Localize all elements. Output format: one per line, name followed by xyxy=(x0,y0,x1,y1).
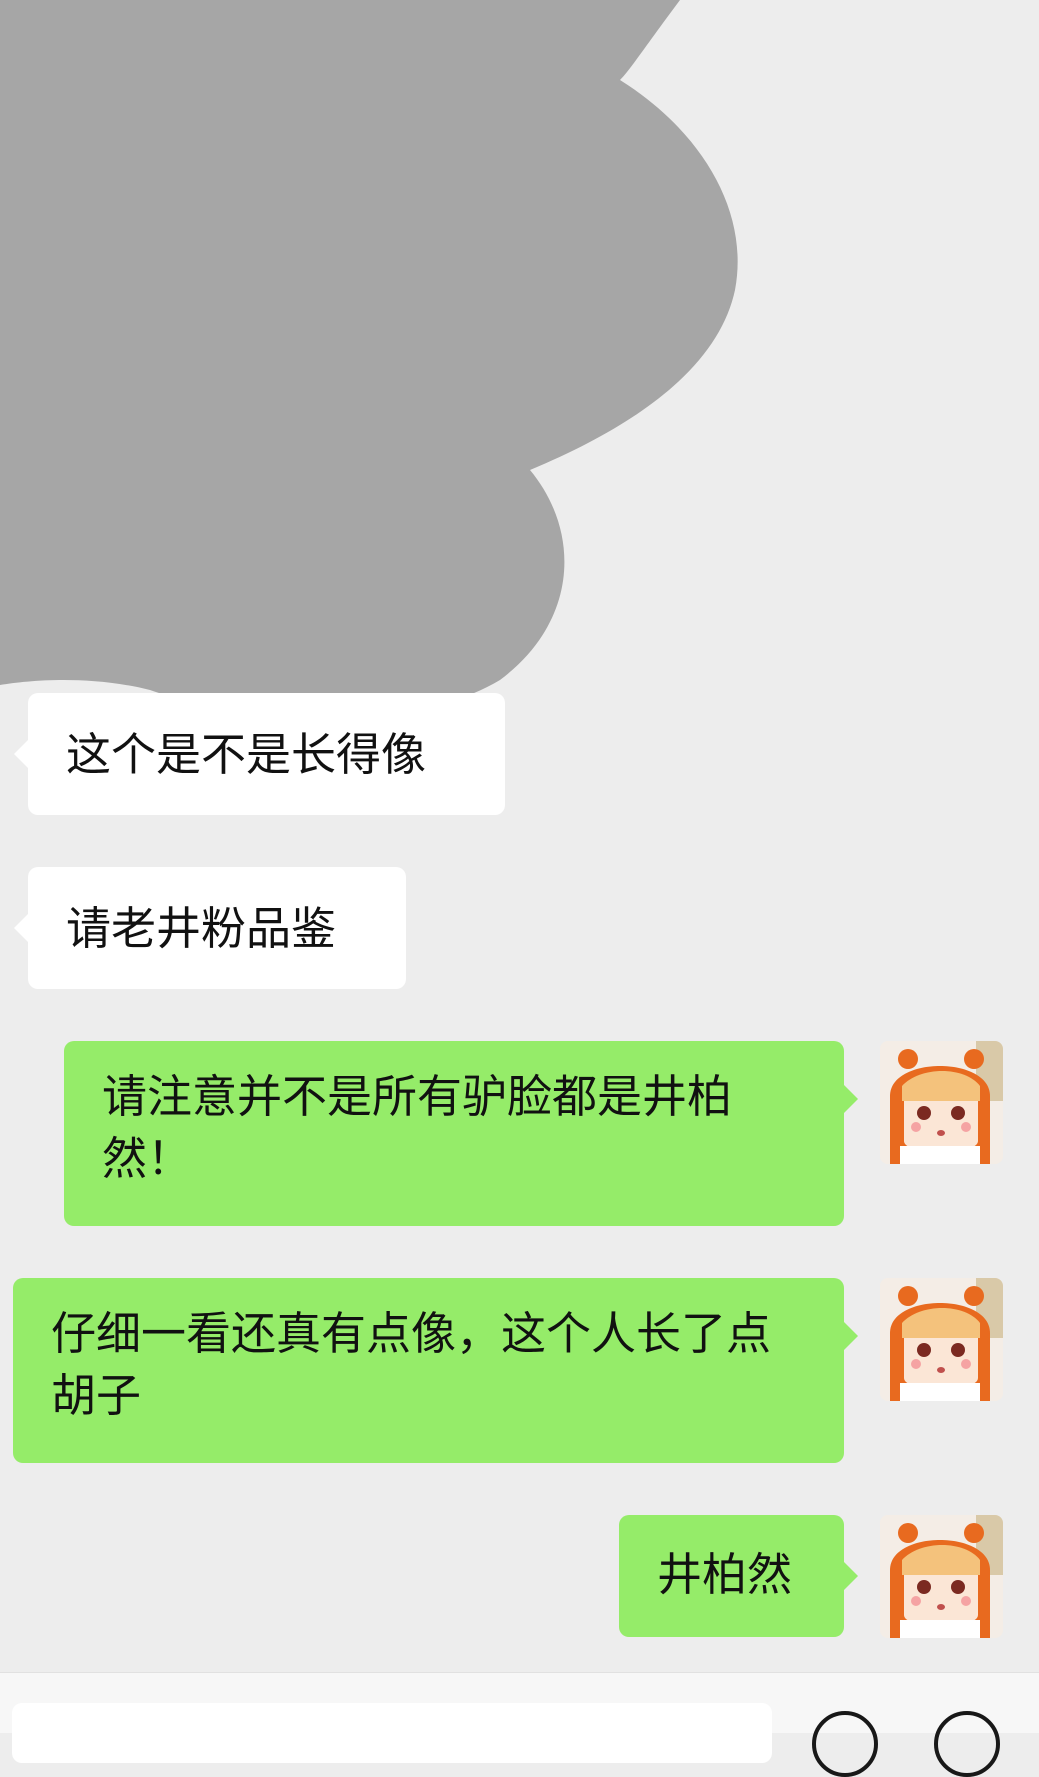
input-bar xyxy=(0,1672,1039,1777)
outgoing-message[interactable]: 井柏然 xyxy=(619,1515,858,1637)
emoji-icon[interactable] xyxy=(812,1711,878,1777)
message-text: 井柏然 xyxy=(657,1548,793,1601)
my-avatar[interactable] xyxy=(880,1278,1003,1401)
incoming-message[interactable]: 这个是不是长得像 xyxy=(14,693,505,815)
message-text: 请老井粉品鉴 xyxy=(66,902,337,955)
avatar-image-icon xyxy=(880,1515,1003,1638)
incoming-message[interactable]: 请老井粉品鉴 xyxy=(14,867,406,989)
my-avatar[interactable] xyxy=(880,1515,1003,1638)
my-avatar[interactable] xyxy=(880,1041,1003,1164)
add-icon[interactable] xyxy=(934,1711,1000,1777)
outgoing-message[interactable]: 请注意并不是所有驴脸都是井柏然！ xyxy=(64,1041,858,1226)
message-text: 这个是不是长得像 xyxy=(66,728,427,781)
outgoing-message[interactable]: 仔细一看还真有点像，这个人长了点胡子 xyxy=(13,1278,858,1463)
message-input[interactable] xyxy=(12,1703,772,1763)
chat-area: 这个是不是长得像 请老井粉品鉴 请注意并不是所有驴脸都是井柏然！ 仔细一看还真有… xyxy=(0,0,1039,1672)
redacted-image xyxy=(0,0,738,718)
message-text: 请注意并不是所有驴脸都是井柏然！ xyxy=(102,1070,733,1185)
avatar-image-icon xyxy=(880,1041,1003,1164)
message-text: 仔细一看还真有点像，这个人长了点胡子 xyxy=(51,1307,772,1422)
avatar-image-icon xyxy=(880,1278,1003,1401)
